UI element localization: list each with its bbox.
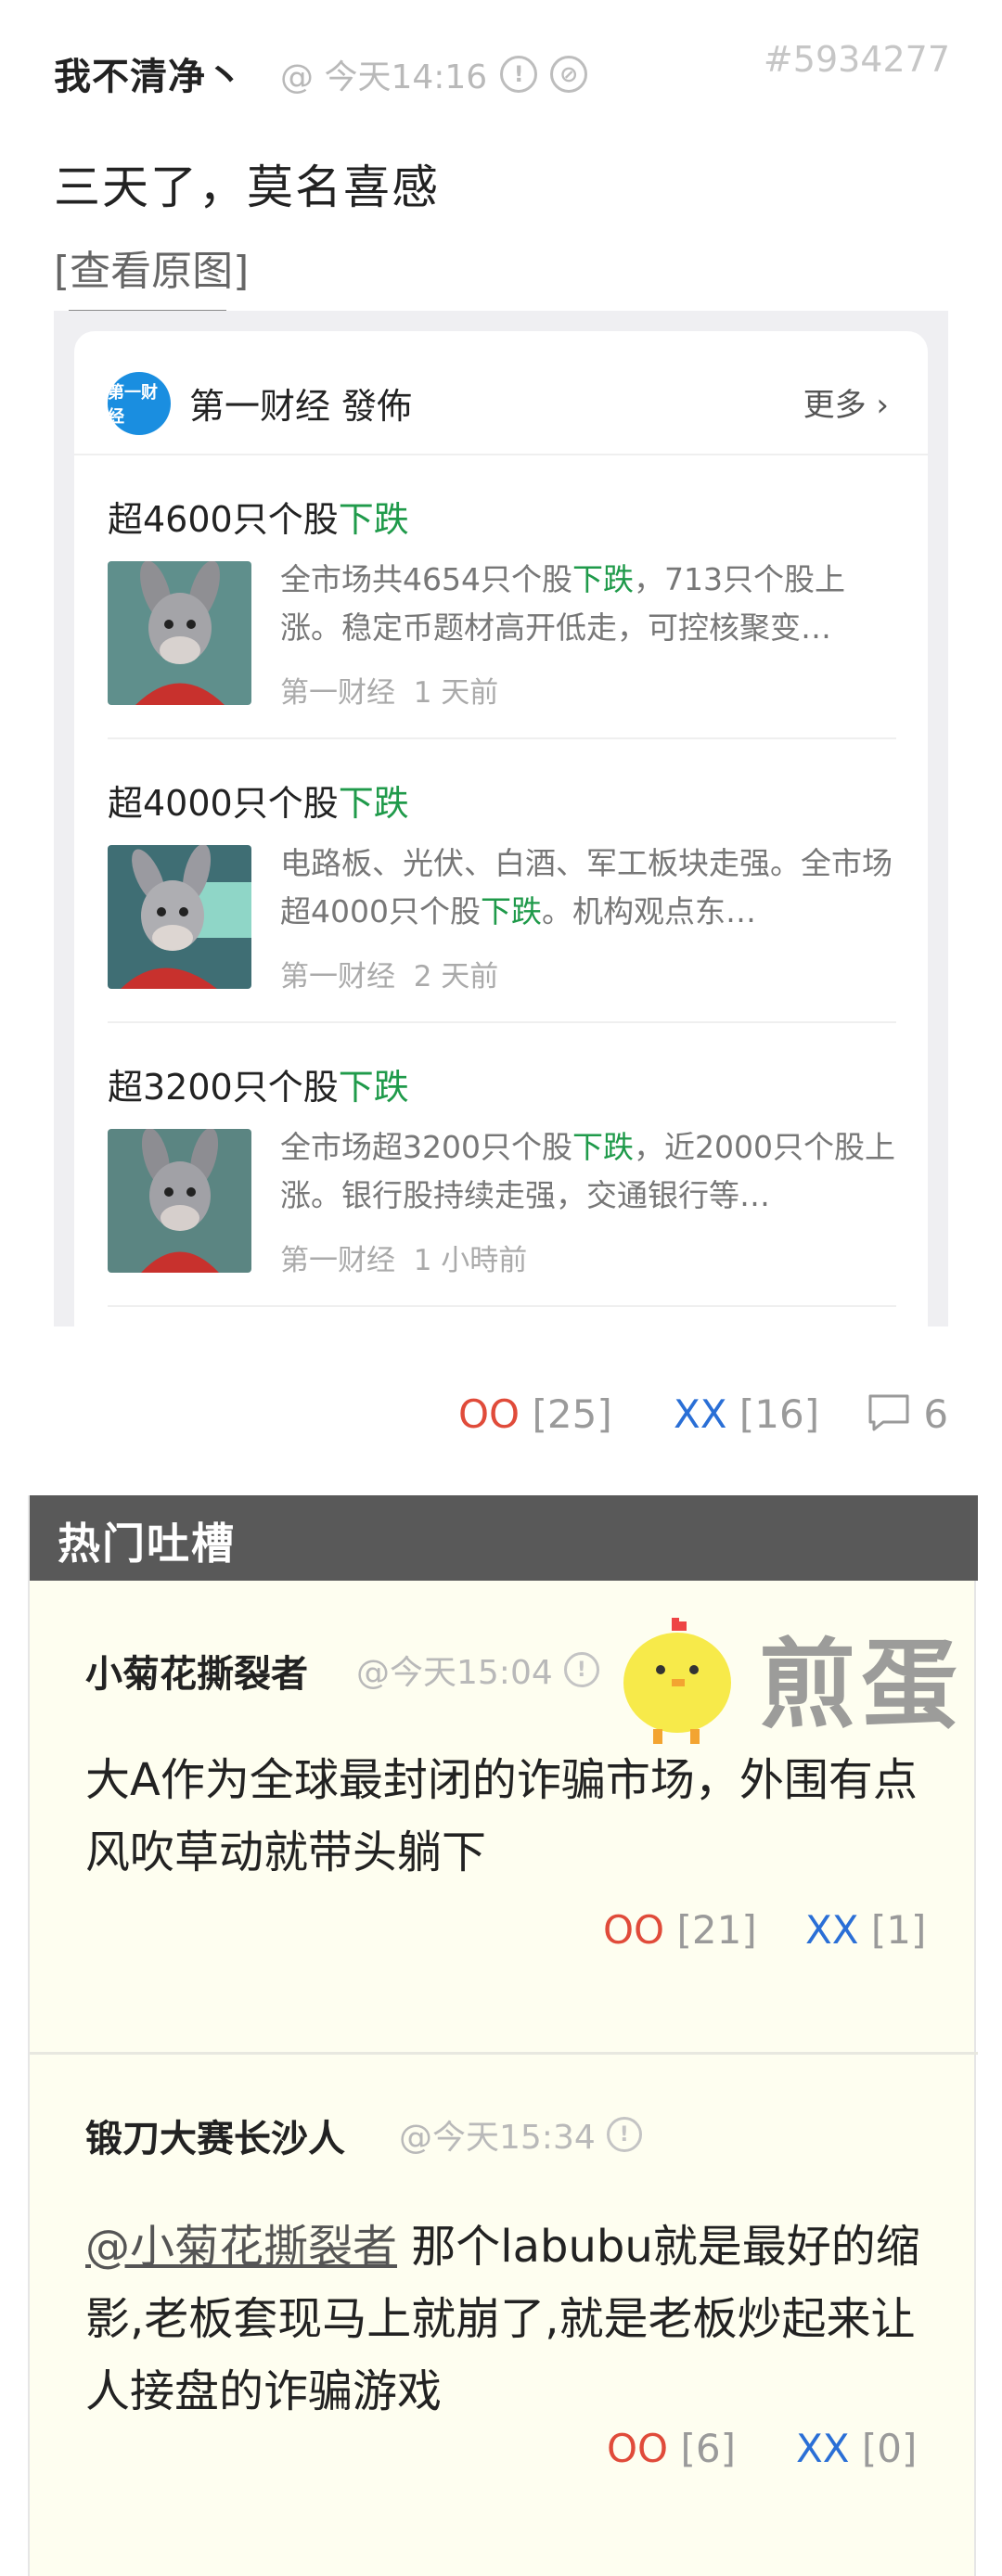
comment-time: @今天15:34 [399,2119,596,2157]
xx-count: [1] [870,1907,927,1953]
comment-text: 大A作为全球最封闭的诈骗市场，外围有点风吹草动就带头躺下 [85,1754,918,1878]
comment-count: 6 [923,1391,949,1437]
news-desc-highlight: 下跌 [572,561,634,597]
news-desc-text: 全市场共4654只个股 [280,561,572,597]
xx-count: [0] [861,2426,918,2471]
xx-vote-button[interactable]: XX [16] [674,1391,819,1437]
comment-author[interactable]: 小菊花撕裂者 [85,1644,308,1698]
comment-body: @小菊花撕裂者 那个labubu就是最好的缩影,老板套现马上就崩了,就是老板炒起… [85,2211,948,2428]
news-source: 第一财经 [280,1244,395,1277]
xx-vote-button[interactable]: XX [1] [805,1907,926,1953]
comment-item: 锻刀大赛长沙人 @今天15:34 ! @小菊花撕裂者 那个labubu就是最好的… [30,2055,978,2574]
news-title-highlight: 下跌 [338,1067,409,1108]
block-icon[interactable]: ⊘ [550,56,588,93]
hot-comments-header: 热门吐槽 [30,1495,978,1581]
post-id[interactable]: #5934277 [764,39,950,80]
news-desc: 全市场共4654只个股下跌，713只个股上涨。稳定币题材高开低走，可控核聚变… [280,556,896,652]
news-title-text: 超4600只个股 [108,499,339,540]
xx-label: XX [796,2426,850,2471]
donkey-cartoon-thumbnail [108,845,251,989]
oo-vote-button[interactable]: OO [21] [603,1907,757,1953]
donkey-cartoon-thumbnail [108,561,251,705]
news-title-text: 超3200只个股 [108,1067,339,1108]
news-title: 超3200只个股下跌 [108,1058,409,1109]
news-desc: 全市场超3200只个股下跌，近2000只个股上涨。银行股持续走强，交通银行等… [280,1123,896,1220]
post-author[interactable]: 我不清净丶 [54,46,244,100]
oo-label: OO [603,1907,665,1953]
news-desc-text: 全市场超3200只个股 [280,1129,572,1165]
oo-label: OO [458,1391,520,1437]
hot-comments-title: 热门吐槽 [58,1519,236,1569]
news-desc-highlight: 下跌 [572,1129,634,1165]
news-desc-highlight: 下跌 [480,893,542,929]
news-meta: 第一财经 1 天前 [280,669,498,711]
news-title: 超4600只个股下跌 [108,491,409,542]
news-title-highlight: 下跌 [338,783,409,824]
comment-meta: @今天15:04 ! [356,1646,599,1694]
report-icon[interactable]: ! [563,1652,599,1687]
comment-icon [868,1394,909,1431]
news-item: 超4000只个股下跌 电路板、光伏、白酒、军工板块走强。全市场超4000只个股下… [108,739,896,1023]
xx-vote-button[interactable]: XX [0] [796,2426,917,2471]
post-image[interactable]: 第一财经 第一财经 發佈 更多 › 超4600只个股下跌 全市场共4654只个股… [54,311,948,1326]
oo-count: [25] [532,1391,612,1437]
donkey-cartoon-thumbnail [108,1129,251,1273]
news-title-text: 超4000只个股 [108,783,339,824]
oo-count: [6] [680,2426,736,2471]
comment-body: 大A作为全球最封闭的诈骗市场，外围有点风吹草动就带头躺下 [85,1744,948,1889]
report-icon[interactable]: ! [606,2117,642,2152]
post-vote-bar: OO [25] XX [16] 6 [0,1382,1002,1447]
post-text: 三天了，莫名喜感 [54,160,440,214]
report-icon[interactable]: ! [500,56,538,93]
post-time: @ 今天14:16 [280,58,488,96]
xx-count: [16] [739,1391,820,1437]
news-card-header: 第一财经 第一财经 發佈 更多 › [74,331,928,455]
post-meta: @ 今天14:16 ! ⊘ [280,50,588,98]
xx-label: XX [674,1391,727,1437]
xx-label: XX [805,1907,859,1953]
oo-label: OO [607,2426,669,2471]
news-time: 2 天前 [413,960,499,993]
comment-time: @今天15:04 [356,1654,553,1692]
comment-item: 小菊花撕裂者 @今天15:04 ! 大A作为全球最封闭的诈骗市场，外围有点风吹草… [30,1581,978,1989]
comment-meta: @今天15:34 ! [399,2110,642,2159]
source-logo: 第一财经 [108,372,171,435]
source-name: 第一财经 發佈 [189,386,413,427]
news-title-highlight: 下跌 [338,499,409,540]
oo-count: [21] [676,1907,757,1953]
oo-vote-button[interactable]: OO [25] [458,1391,612,1437]
post-header: 我不清净丶 @ 今天14:16 ! ⊘ #5934277 [54,39,954,100]
hot-comments: 热门吐槽 煎蛋 小菊花撕裂者 @今天15:04 ! 大A作为全球最封闭的诈骗市场… [28,1495,978,2576]
news-item: 超4600只个股下跌 全市场共4654只个股下跌，713只个股上涨。稳定币题材高… [108,455,896,739]
news-time: 1 天前 [413,676,499,710]
view-original-link[interactable]: [查看原图] [54,237,249,297]
news-meta: 第一财经 1 小時前 [280,1237,527,1278]
news-item: 超3200只个股下跌 全市场超3200只个股下跌，近2000只个股上涨。银行股持… [108,1023,896,1307]
more-link: 更多 › [803,379,889,425]
comment-button[interactable]: 6 [867,1391,948,1437]
oo-vote-button[interactable]: OO [6] [607,2426,736,2471]
news-meta: 第一财经 2 天前 [280,953,498,994]
news-title: 超4000只个股下跌 [108,775,409,826]
news-desc: 电路板、光伏、白酒、军工板块走强。全市场超4000只个股下跌。机构观点东… [280,839,896,936]
more-label: 更多 [803,387,867,424]
chevron-right-icon: › [876,387,889,424]
news-card: 第一财经 第一财经 發佈 更多 › 超4600只个股下跌 全市场共4654只个股… [74,331,928,1326]
news-source: 第一财经 [280,676,395,710]
news-desc-text: 。机构观点东… [541,893,756,929]
news-source: 第一财经 [280,960,395,993]
comment-author[interactable]: 锻刀大赛长沙人 [85,2108,345,2162]
news-time: 1 小時前 [413,1244,528,1277]
mention-link[interactable]: @小菊花撕裂者 [85,2221,397,2273]
